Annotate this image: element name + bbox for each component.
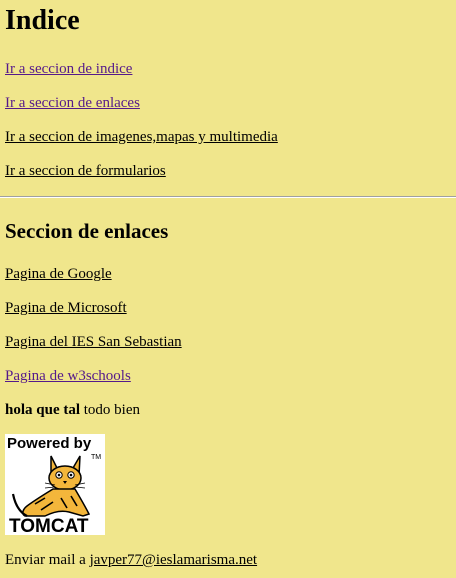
divider	[0, 196, 456, 198]
greeting-text: hola que tal todo bien	[5, 401, 140, 419]
index-title: Indice	[5, 5, 80, 36]
link-seccion-indice[interactable]: Ir a seccion de indice	[5, 60, 132, 78]
links-section-title: Seccion de enlaces	[5, 219, 169, 243]
link-seccion-imagenes[interactable]: Ir a seccion de imagenes,mapas y multime…	[5, 128, 278, 146]
footer-mail: Enviar mail a javper77@ieslamarisma.net	[5, 551, 257, 569]
greeting-rest: todo bien	[80, 402, 141, 418]
logo-bottom-text: TOMCAT	[9, 516, 89, 535]
link-seccion-enlaces[interactable]: Ir a seccion de enlaces	[5, 94, 140, 112]
tomcat-logo: Powered by TM TOMCAT	[5, 434, 105, 535]
link-microsoft[interactable]: Pagina de Microsoft	[5, 299, 127, 317]
greeting-bold: hola que tal	[5, 402, 81, 418]
tomcat-logo-graphic: Powered by TM TOMCAT	[5, 434, 105, 535]
page: Indice Ir a seccion de indice Ir a secci…	[0, 0, 456, 578]
link-google[interactable]: Pagina de Google	[5, 265, 112, 283]
link-w3schools[interactable]: Pagina de w3schools	[5, 367, 131, 385]
email-link[interactable]: javper77@ieslamarisma.net	[90, 552, 258, 568]
logo-tm: TM	[91, 454, 101, 461]
footer-prefix: Enviar mail a	[5, 552, 90, 568]
logo-top-text: Powered by	[7, 435, 92, 452]
link-ies-san-sebastian[interactable]: Pagina del IES San Sebastian	[5, 333, 182, 351]
link-seccion-formularios[interactable]: Ir a seccion de formularios	[5, 162, 166, 180]
